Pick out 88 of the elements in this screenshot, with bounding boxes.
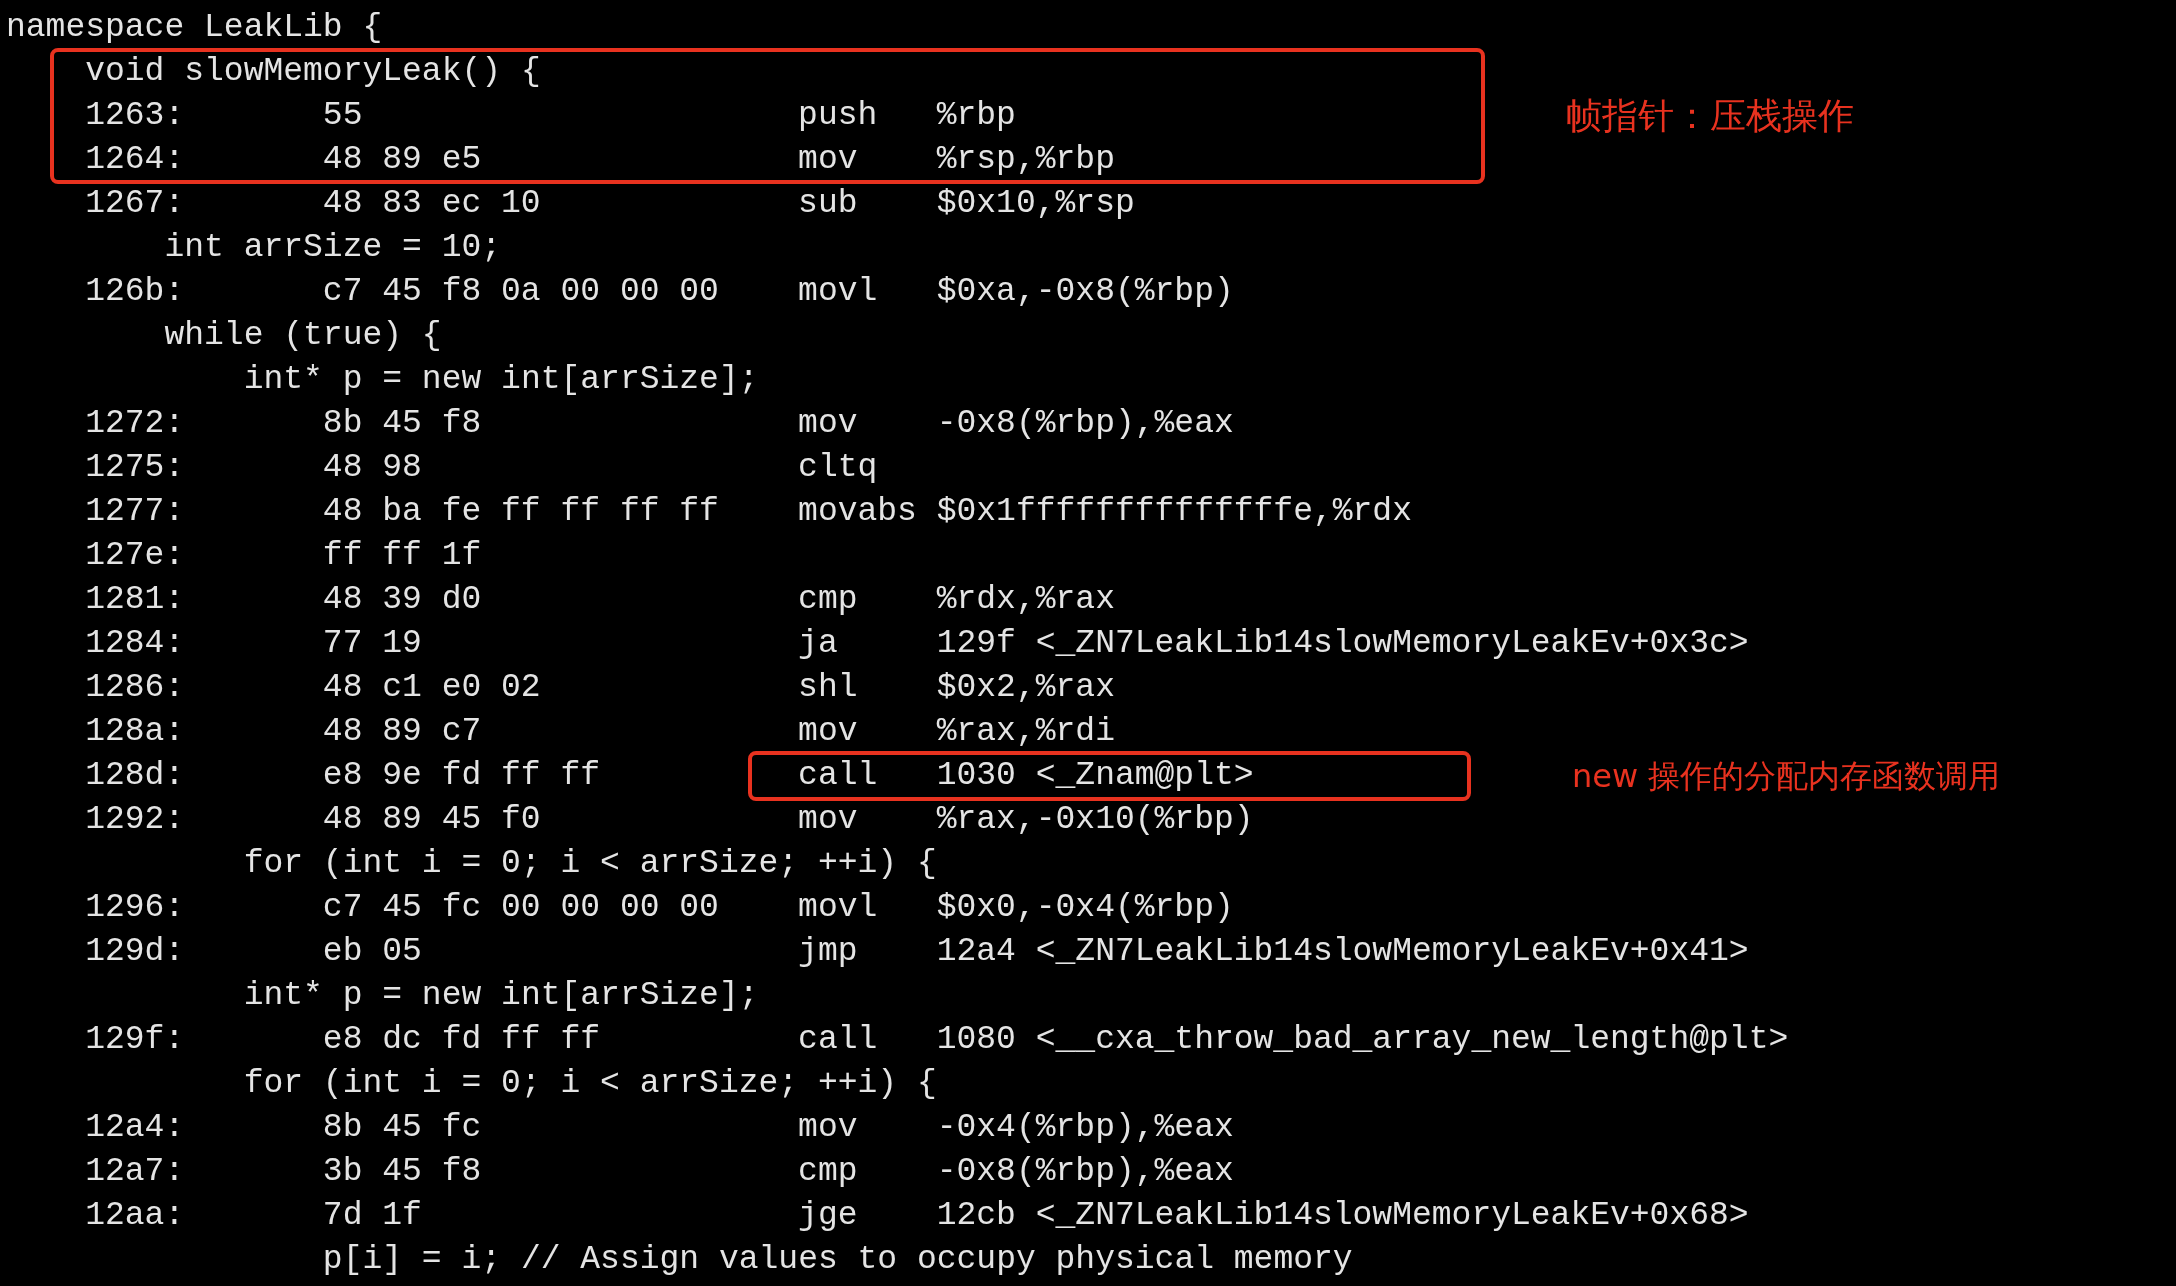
annotation-label: new 操作的分配内存函数调用 [1572,756,2001,796]
operands: $0xa,-0x8(%rbp) [936,272,1234,312]
instruction-address: 12a7: [85,1152,186,1192]
instruction-address: 129f: [85,1020,186,1060]
mnemonic: push [798,96,879,136]
operands: 1080 <__cxa_throw_bad_array_new_length@plt> [936,1020,1789,1060]
mnemonic: ja [798,624,839,664]
machine-code: eb 05 [322,932,423,972]
instruction-address: 1296: [85,888,186,928]
source-code-line: int* p = new int[arrSize]; [242,976,759,1016]
machine-code: 8b 45 fc [322,1108,483,1148]
operands: %rax,%rdi [936,712,1115,752]
operands: $0x0,-0x4(%rbp) [936,888,1234,928]
machine-code: 3b 45 f8 [322,1152,483,1192]
mnemonic: jmp [798,932,859,972]
machine-code: ff ff 1f [322,536,483,576]
instruction-address: 1264: [85,140,186,180]
instruction-address: 1263: [85,96,186,136]
machine-code: 48 98 [322,448,423,488]
machine-code: 77 19 [322,624,423,664]
instruction-address: 1275: [85,448,186,488]
machine-code: 48 89 c7 [322,712,483,752]
source-code-line: int arrSize = 10; [163,228,502,268]
instruction-address: 1286: [85,668,186,708]
operands: 129f <_ZN7LeakLib14slowMemoryLeakEv+0x3c> [936,624,1749,664]
source-code-line: while (true) { [163,316,442,356]
operands: $0x10,%rsp [936,184,1135,224]
instruction-address: 1281: [85,580,186,620]
mnemonic: cmp [798,580,859,620]
instruction-address: 1267: [85,184,186,224]
machine-code: c7 45 fc 00 00 00 00 [322,888,720,928]
operands: $0x1ffffffffffffffe,%rdx [936,492,1412,532]
mnemonic: movl [798,888,879,928]
instruction-address: 1284: [85,624,186,664]
machine-code: 48 89 45 f0 [322,800,542,840]
operands: %rsp,%rbp [936,140,1115,180]
instruction-address: 127e: [85,536,186,576]
operands: 12cb <_ZN7LeakLib14slowMemoryLeakEv+0x68> [936,1196,1749,1236]
operands: 1030 <_Znam@plt> [936,756,1254,796]
source-code-line: for (int i = 0; i < arrSize; ++i) { [242,844,937,884]
instruction-address: 1272: [85,404,186,444]
instruction-address: 1292: [85,800,186,840]
machine-code: 48 ba fe ff ff ff ff [322,492,720,532]
machine-code: e8 9e fd ff ff [322,756,602,796]
mnemonic: call [798,1020,879,1060]
operands: -0x8(%rbp),%eax [936,1152,1234,1192]
operands: -0x4(%rbp),%eax [936,1108,1234,1148]
instruction-address: 12a4: [85,1108,186,1148]
machine-code: 55 [322,96,364,136]
mnemonic: jge [798,1196,859,1236]
mnemonic: mov [798,1108,859,1148]
machine-code: e8 dc fd ff ff [322,1020,602,1060]
instruction-address: 1277: [85,492,186,532]
operands: -0x8(%rbp),%eax [936,404,1234,444]
annotation-label: 帧指针：压栈操作 [1566,94,1854,138]
instruction-address: 126b: [85,272,186,312]
instruction-address: 12aa: [85,1196,186,1236]
machine-code: 48 39 d0 [322,580,483,620]
operands: $0x2,%rax [936,668,1115,708]
mnemonic: mov [798,712,859,752]
mnemonic: shl [798,668,859,708]
machine-code: c7 45 f8 0a 00 00 00 [322,272,720,312]
machine-code: 48 89 e5 [322,140,483,180]
source-code-line: for (int i = 0; i < arrSize; ++i) { [242,1064,937,1104]
source-code-line: int* p = new int[arrSize]; [242,360,759,400]
instruction-address: 128a: [85,712,186,752]
operands: 12a4 <_ZN7LeakLib14slowMemoryLeakEv+0x41> [936,932,1749,972]
source-code-line: p[i] = i; // Assign values to occupy physical memory [321,1240,1353,1280]
mnemonic: mov [798,140,859,180]
mnemonic: mov [798,404,859,444]
mnemonic: movl [798,272,879,312]
mnemonic: mov [798,800,859,840]
machine-code: 8b 45 f8 [322,404,483,444]
instruction-address: 128d: [85,756,186,796]
mnemonic: cltq [798,448,879,488]
mnemonic: movabs [798,492,918,532]
operands: %rax,-0x10(%rbp) [936,800,1254,840]
mnemonic: call [798,756,879,796]
source-code-line: namespace LeakLib { [6,8,383,48]
mnemonic: cmp [798,1152,859,1192]
machine-code: 7d 1f [322,1196,423,1236]
machine-code: 48 83 ec 10 [322,184,542,224]
machine-code: 48 c1 e0 02 [322,668,542,708]
source-code-line: void slowMemoryLeak() { [84,52,541,92]
operands: %rbp [936,96,1016,136]
mnemonic: sub [798,184,859,224]
operands: %rdx,%rax [936,580,1115,620]
instruction-address: 129d: [85,932,186,972]
